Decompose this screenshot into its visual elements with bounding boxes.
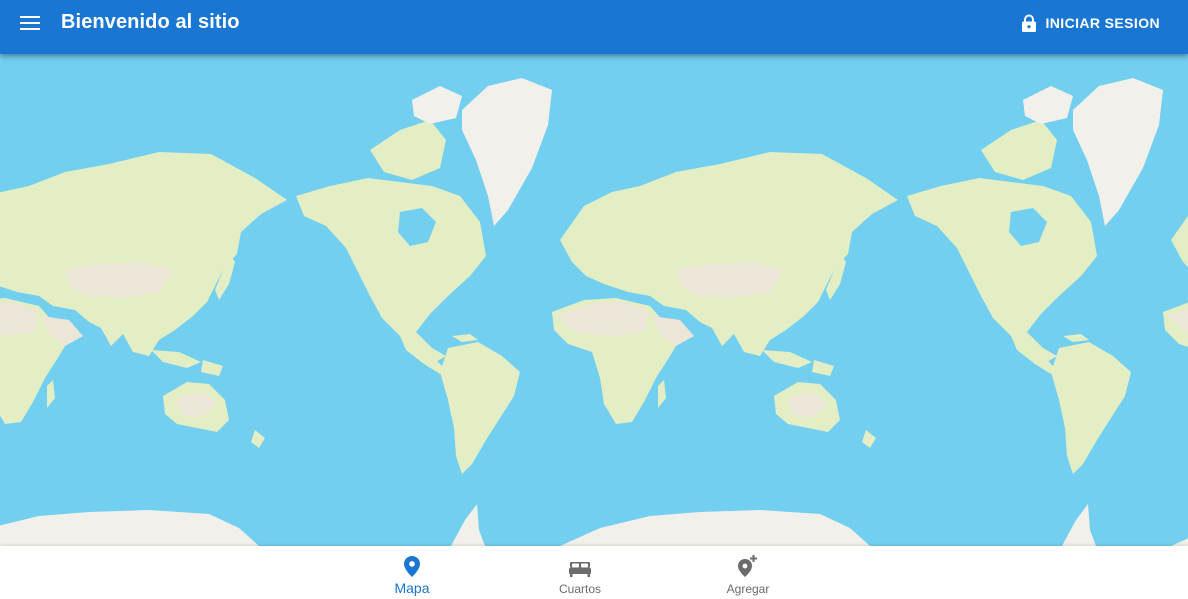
nav-label-cuartos: Cuartos: [558, 582, 602, 596]
bed-icon: [569, 562, 591, 577]
map-canvas: [0, 54, 1188, 546]
menu-icon: [20, 16, 40, 30]
menu-button[interactable]: [14, 9, 46, 37]
nav-item-agregar[interactable]: Agregar: [688, 546, 808, 599]
bottom-navigation: Mapa Cuartos Agregar: [0, 546, 1188, 599]
nav-item-cuartos[interactable]: Cuartos: [520, 546, 640, 599]
app-bar: Bienvenido al sitio INICIAR SESION: [0, 0, 1188, 54]
nav-label-mapa: Mapa: [394, 580, 430, 596]
login-label: INICIAR SESION: [1045, 15, 1160, 31]
nav-item-mapa[interactable]: Mapa: [352, 546, 472, 599]
app-title: Bienvenido al sitio: [61, 11, 240, 33]
login-button[interactable]: INICIAR SESION: [1022, 8, 1160, 38]
add-location-icon: [738, 555, 757, 577]
world-map[interactable]: [0, 54, 1188, 546]
lock-icon: [1022, 14, 1037, 32]
nav-label-agregar: Agregar: [726, 582, 770, 596]
location-pin-icon: [404, 556, 420, 577]
